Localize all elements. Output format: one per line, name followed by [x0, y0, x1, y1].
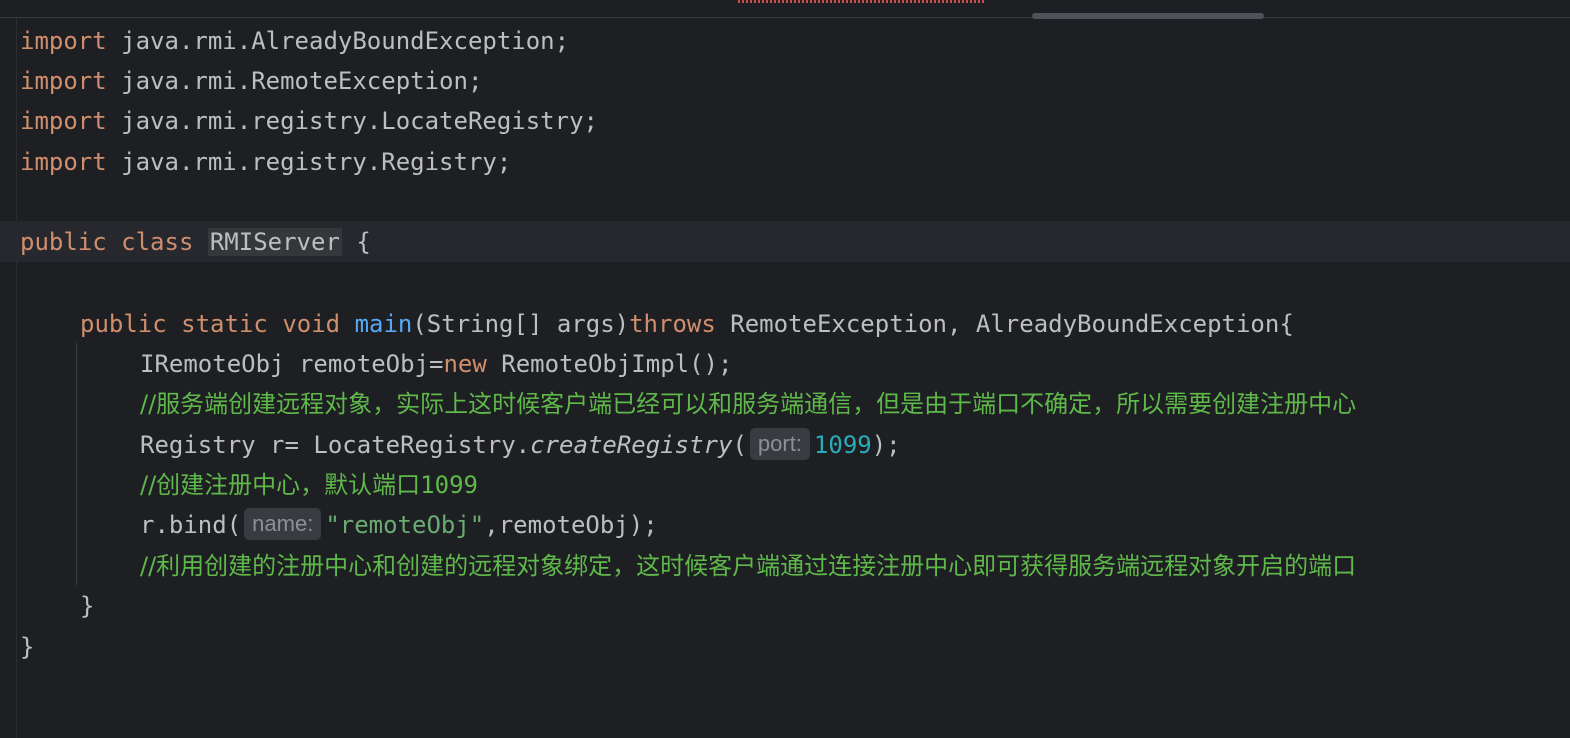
import-path: java.rmi.registry.Registry;: [121, 148, 512, 176]
code-line-class-declaration[interactable]: public class RMIServer {: [20, 222, 371, 262]
thrown-exceptions: RemoteException, AlreadyBoundException{: [715, 310, 1294, 338]
import-keyword: import: [20, 67, 107, 95]
code-line-import-1[interactable]: import java.rmi.AlreadyBoundException;: [20, 21, 569, 61]
code-line-main-declaration[interactable]: public static void main(String[] args)th…: [80, 304, 1294, 344]
error-underline: [738, 0, 986, 3]
port-number: 1099: [813, 431, 872, 459]
bind-call: r.bind(: [140, 511, 242, 539]
class-name[interactable]: RMIServer: [207, 228, 342, 256]
open-paren: (: [732, 431, 747, 459]
indent-guide: [76, 343, 77, 585]
comment-port: 1099: [420, 471, 478, 499]
create-registry-method: createRegistry: [530, 431, 733, 459]
string-literal: "remoteObj": [325, 511, 485, 539]
horizontal-scrollbar-thumb[interactable]: [1032, 13, 1264, 19]
public-keyword: public: [80, 310, 167, 338]
code-line-remote-object[interactable]: IRemoteObj remoteObj=new RemoteObjImpl()…: [140, 344, 732, 384]
code-line-create-registry[interactable]: Registry r= LocateRegistry.createRegistr…: [140, 425, 901, 465]
code-line-import-4[interactable]: import java.rmi.registry.Registry;: [20, 142, 511, 182]
method-name[interactable]: main: [355, 310, 413, 338]
editor-top-border: [0, 17, 1570, 18]
import-path: java.rmi.RemoteException;: [121, 67, 483, 95]
new-keyword: new: [443, 350, 487, 378]
open-brace: {: [356, 228, 371, 256]
registry-declaration: Registry r= LocateRegistry.: [140, 431, 531, 459]
public-keyword: public: [20, 228, 107, 256]
parameter-hint-name: name:: [244, 508, 322, 540]
static-keyword: static: [181, 310, 268, 338]
parameter-hint-port: port:: [749, 428, 810, 460]
code-line-class-close[interactable]: }: [20, 627, 34, 667]
method-params: (String[] args): [412, 310, 630, 338]
comment-text: //创建注册中心，默认端口: [140, 471, 421, 499]
import-keyword: import: [20, 107, 107, 135]
close-paren: );: [871, 431, 901, 459]
constructor-call: RemoteObjImpl();: [486, 350, 733, 378]
code-line-import-2[interactable]: import java.rmi.RemoteException;: [20, 61, 482, 101]
code-line-method-close[interactable]: }: [80, 586, 94, 626]
import-path: java.rmi.AlreadyBoundException;: [121, 27, 570, 55]
import-keyword: import: [20, 27, 107, 55]
code-line-import-3[interactable]: import java.rmi.registry.LocateRegistry;: [20, 101, 598, 141]
code-line-bind[interactable]: r.bind(name: "remoteObj",remoteObj);: [140, 505, 658, 545]
import-keyword: import: [20, 148, 107, 176]
import-path: java.rmi.registry.LocateRegistry;: [121, 107, 598, 135]
code-comment-3[interactable]: //利用创建的注册中心和创建的远程对象绑定，这时候客户端通过连接注册中心即可获得…: [140, 546, 1356, 586]
bind-args: ,remoteObj);: [484, 511, 658, 539]
gutter-divider: [16, 18, 17, 738]
throws-keyword: throws: [629, 310, 716, 338]
code-comment-2[interactable]: //创建注册中心，默认端口1099: [140, 465, 478, 505]
declaration-text: IRemoteObj remoteObj=: [140, 350, 444, 378]
class-keyword: class: [121, 228, 194, 256]
void-keyword: void: [282, 310, 341, 338]
code-editor[interactable]: import java.rmi.AlreadyBoundException; i…: [0, 0, 1570, 738]
code-comment-1[interactable]: //服务端创建远程对象，实际上这时候客户端已经可以和服务端通信，但是由于端口不确…: [140, 384, 1356, 424]
